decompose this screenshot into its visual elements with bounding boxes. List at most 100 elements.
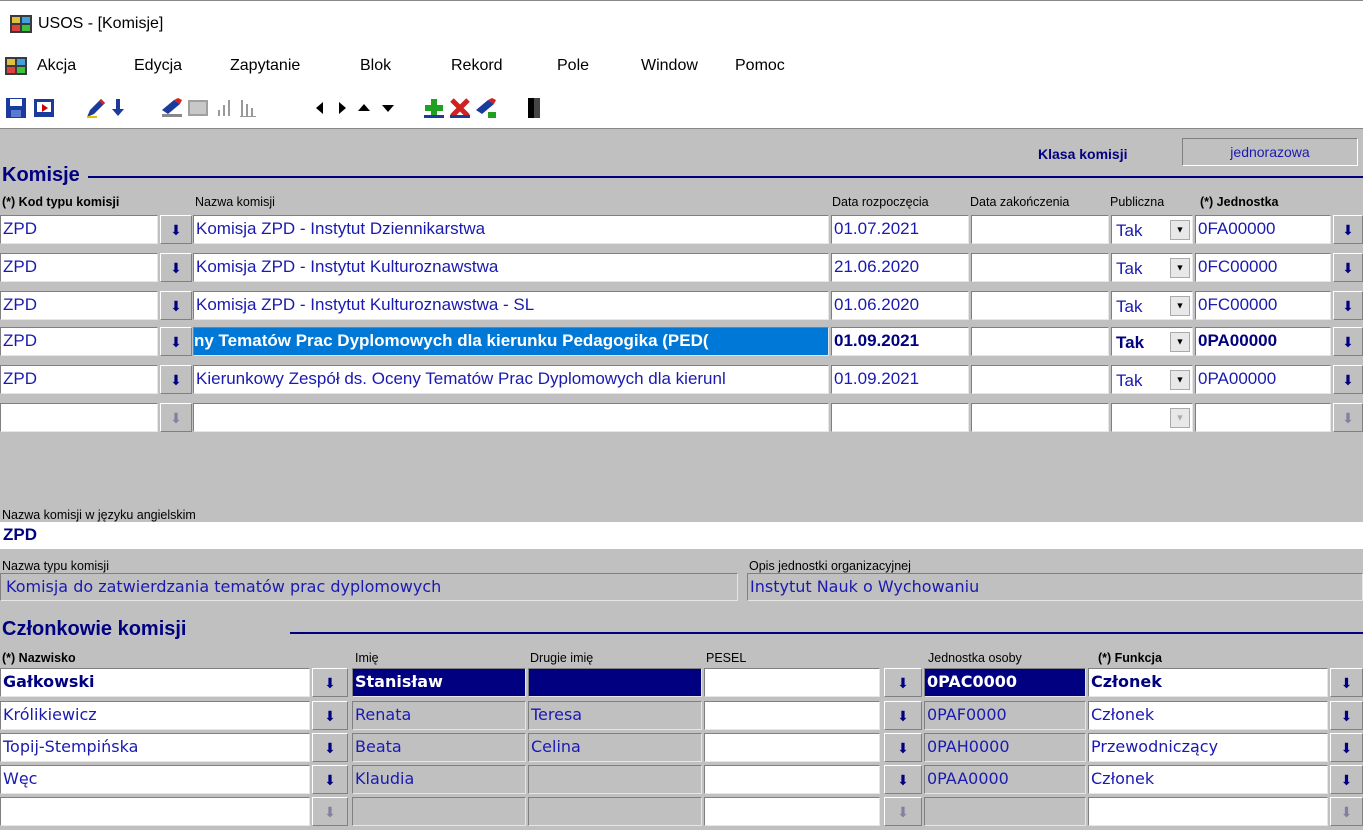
drugie-imie-field[interactable]: Celina <box>528 733 702 762</box>
funkcja-lov-button[interactable]: ⬇ <box>1330 765 1363 794</box>
drugie-imie-field[interactable] <box>528 797 702 826</box>
menu-akcja[interactable]: Akcja <box>37 57 76 75</box>
jednostka-osoby-field[interactable]: 0PAF0000 <box>924 701 1086 730</box>
next-block-icon[interactable] <box>330 96 354 120</box>
nazwa-typu-field[interactable]: Komisja do zatwierdzania tematów prac dy… <box>0 573 738 601</box>
jednostka-osoby-lov-button[interactable]: ⬇ <box>884 668 922 697</box>
kod-typu-field[interactable]: ZPD <box>0 253 158 282</box>
data-rozpoczecia-field[interactable]: 01.07.2021 <box>831 215 969 244</box>
jednostka-osoby-field[interactable]: 0PAA0000 <box>924 765 1086 794</box>
nazwisko-lov-button[interactable]: ⬇ <box>312 668 348 697</box>
nazwa-komisji-field[interactable]: Komisja ZPD - Instytut Kulturoznawstwa <box>193 253 829 282</box>
jednostka-field[interactable]: 0FA00000 <box>1195 215 1331 244</box>
data-rozpoczecia-field[interactable]: 21.06.2020 <box>831 253 969 282</box>
data-zakonczenia-field[interactable] <box>971 365 1109 394</box>
nazwisko-field[interactable] <box>0 797 310 826</box>
jednostka-field[interactable]: 0PA00000 <box>1195 327 1331 356</box>
menu-zapytanie[interactable]: Zapytanie <box>230 57 300 75</box>
dropdown-button[interactable]: ▼ <box>1170 220 1190 240</box>
data-zakonczenia-field[interactable] <box>971 253 1109 282</box>
jednostka-field[interactable] <box>1195 403 1331 432</box>
menu-edycja[interactable]: Edycja <box>134 57 182 75</box>
kod-typu-field[interactable]: ZPD <box>0 291 158 320</box>
duplicate-record-icon[interactable] <box>474 96 498 120</box>
nazwisko-field[interactable]: Topij-Stempińska <box>0 733 310 762</box>
pesel-field[interactable] <box>704 797 880 826</box>
funkcja-field[interactable]: Członek <box>1088 701 1328 730</box>
nazwa-ang-field[interactable]: ZPD <box>0 522 1363 549</box>
nazwa-komisji-field[interactable] <box>193 403 829 432</box>
funkcja-field[interactable]: Członek <box>1088 765 1328 794</box>
kod-typu-lov-button[interactable]: ⬇ <box>160 215 192 244</box>
jednostka-osoby-field[interactable]: 0PAC0000 <box>924 668 1086 697</box>
imie-field[interactable] <box>352 797 526 826</box>
dropdown-button[interactable]: ▼ <box>1170 258 1190 278</box>
jednostka-osoby-lov-button[interactable]: ⬇ <box>884 765 922 794</box>
funkcja-lov-button[interactable]: ⬇ <box>1330 797 1363 826</box>
nazwisko-lov-button[interactable]: ⬇ <box>312 733 348 762</box>
publiczna-select[interactable]: Tak ▼ <box>1111 327 1193 356</box>
exit-icon[interactable] <box>32 96 56 120</box>
funkcja-lov-button[interactable]: ⬇ <box>1330 668 1363 697</box>
opis-jednostki-field[interactable]: Instytut Nauk o Wychowaniu <box>747 573 1363 601</box>
kod-typu-field[interactable]: ZPD <box>0 327 158 356</box>
drugie-imie-field[interactable] <box>528 765 702 794</box>
data-rozpoczecia-field[interactable]: 01.09.2021 <box>831 365 969 394</box>
jednostka-field[interactable]: 0PA00000 <box>1195 365 1331 394</box>
kod-typu-lov-button[interactable]: ⬇ <box>160 253 192 282</box>
imie-field[interactable]: Stanisław <box>352 668 526 697</box>
nazwisko-field[interactable]: Węc <box>0 765 310 794</box>
menu-blok[interactable]: Blok <box>360 57 391 75</box>
nazwisko-lov-button[interactable]: ⬇ <box>312 797 348 826</box>
jednostka-osoby-lov-button[interactable]: ⬇ <box>884 797 922 826</box>
menu-pomoc[interactable]: Pomoc <box>735 57 785 75</box>
data-rozpoczecia-field[interactable]: 01.06.2020 <box>831 291 969 320</box>
publiczna-select[interactable]: Tak ▼ <box>1111 253 1193 282</box>
funkcja-field[interactable]: Przewodniczący <box>1088 733 1328 762</box>
jednostka-lov-button[interactable]: ⬇ <box>1333 403 1363 432</box>
list-of-values-icon[interactable] <box>106 96 130 120</box>
dropdown-button[interactable]: ▼ <box>1170 296 1190 316</box>
jednostka-lov-button[interactable]: ⬇ <box>1333 215 1363 244</box>
previous-record-icon[interactable] <box>352 96 376 120</box>
nazwa-komisji-field[interactable]: Komisja ZPD - Instytut Kulturoznawstwa -… <box>193 291 829 320</box>
jednostka-lov-button[interactable]: ⬇ <box>1333 327 1363 356</box>
nazwisko-lov-button[interactable]: ⬇ <box>312 701 348 730</box>
kod-typu-lov-button[interactable]: ⬇ <box>160 365 192 394</box>
edit-icon[interactable] <box>84 96 108 120</box>
previous-block-icon[interactable] <box>308 96 332 120</box>
data-zakonczenia-field[interactable] <box>971 291 1109 320</box>
jednostka-lov-button[interactable]: ⬇ <box>1333 291 1363 320</box>
publiczna-select[interactable]: Tak ▼ <box>1111 365 1193 394</box>
data-rozpoczecia-field[interactable]: 01.09.2021 <box>831 327 969 356</box>
jednostka-field[interactable]: 0FC00000 <box>1195 253 1331 282</box>
jednostka-osoby-lov-button[interactable]: ⬇ <box>884 733 922 762</box>
dropdown-button[interactable]: ▼ <box>1170 332 1190 352</box>
save-icon[interactable] <box>4 96 28 120</box>
insert-record-icon[interactable] <box>422 96 446 120</box>
jednostka-osoby-field[interactable] <box>924 797 1086 826</box>
kod-typu-field[interactable] <box>0 403 158 432</box>
kod-typu-lov-button[interactable]: ⬇ <box>160 291 192 320</box>
exit-door-icon[interactable] <box>522 96 546 120</box>
imie-field[interactable]: Klaudia <box>352 765 526 794</box>
data-zakonczenia-field[interactable] <box>971 327 1109 356</box>
nazwa-komisji-field[interactable]: Kierunkowy Zespół ds. Oceny Tematów Prac… <box>193 365 829 394</box>
enter-query-icon[interactable] <box>160 96 184 120</box>
funkcja-lov-button[interactable]: ⬇ <box>1330 701 1363 730</box>
execute-query-icon[interactable] <box>186 96 210 120</box>
nazwisko-field[interactable]: Gałkowski <box>0 668 310 697</box>
funkcja-lov-button[interactable]: ⬇ <box>1330 733 1363 762</box>
kod-typu-lov-button[interactable]: ⬇ <box>160 327 192 356</box>
pesel-field[interactable] <box>704 765 880 794</box>
delete-record-icon[interactable] <box>448 96 472 120</box>
nazwisko-lov-button[interactable]: ⬇ <box>312 765 348 794</box>
count-icon[interactable] <box>236 96 260 120</box>
kod-typu-lov-button[interactable]: ⬇ <box>160 403 192 432</box>
menu-pole[interactable]: Pole <box>557 57 589 75</box>
imie-field[interactable]: Beata <box>352 733 526 762</box>
jednostka-osoby-field[interactable]: 0PAH0000 <box>924 733 1086 762</box>
imie-field[interactable]: Renata <box>352 701 526 730</box>
kod-typu-field[interactable]: ZPD <box>0 365 158 394</box>
jednostka-field[interactable]: 0FC00000 <box>1195 291 1331 320</box>
